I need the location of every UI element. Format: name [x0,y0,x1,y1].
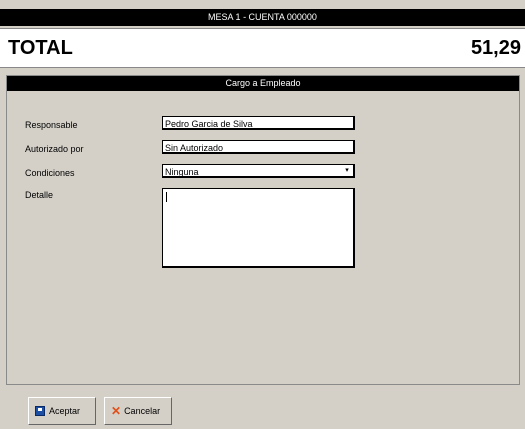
detail-label: Detalle [25,190,54,200]
cancel-button-label: Cancelar [124,406,161,416]
conditions-select[interactable]: Ninguna ▾ [162,164,355,178]
conditions-select-value: Ninguna [165,167,199,177]
responsible-label: Responsable [25,120,78,130]
responsible-field[interactable]: Pedro Garcia de Silva [162,116,355,130]
chevron-down-icon[interactable]: ▾ [343,167,351,175]
accept-button-label: Aceptar [49,406,81,416]
authorized-by-field[interactable]: Sin Autorizado [162,140,355,154]
form-title: Cargo a Empleado [7,76,519,91]
conditions-label: Condiciones [25,168,75,178]
detail-textarea[interactable] [162,188,355,268]
total-panel: TOTAL 51,29 [0,28,525,68]
total-value: 51,29 [470,37,521,59]
cancel-button[interactable]: ✕ Cancelar [104,397,172,425]
text-cursor [166,192,167,202]
authorized-by-label: Autorizado por [25,144,84,154]
employee-charge-form: Cargo a Empleado Responsable Pedro Garci… [6,75,520,385]
save-icon [35,406,45,416]
window-title: MESA 1 - CUENTA 000000 [0,9,525,26]
cancel-x-icon: ✕ [111,404,122,418]
total-label: TOTAL [8,37,73,59]
accept-button[interactable]: Aceptar [28,397,96,425]
